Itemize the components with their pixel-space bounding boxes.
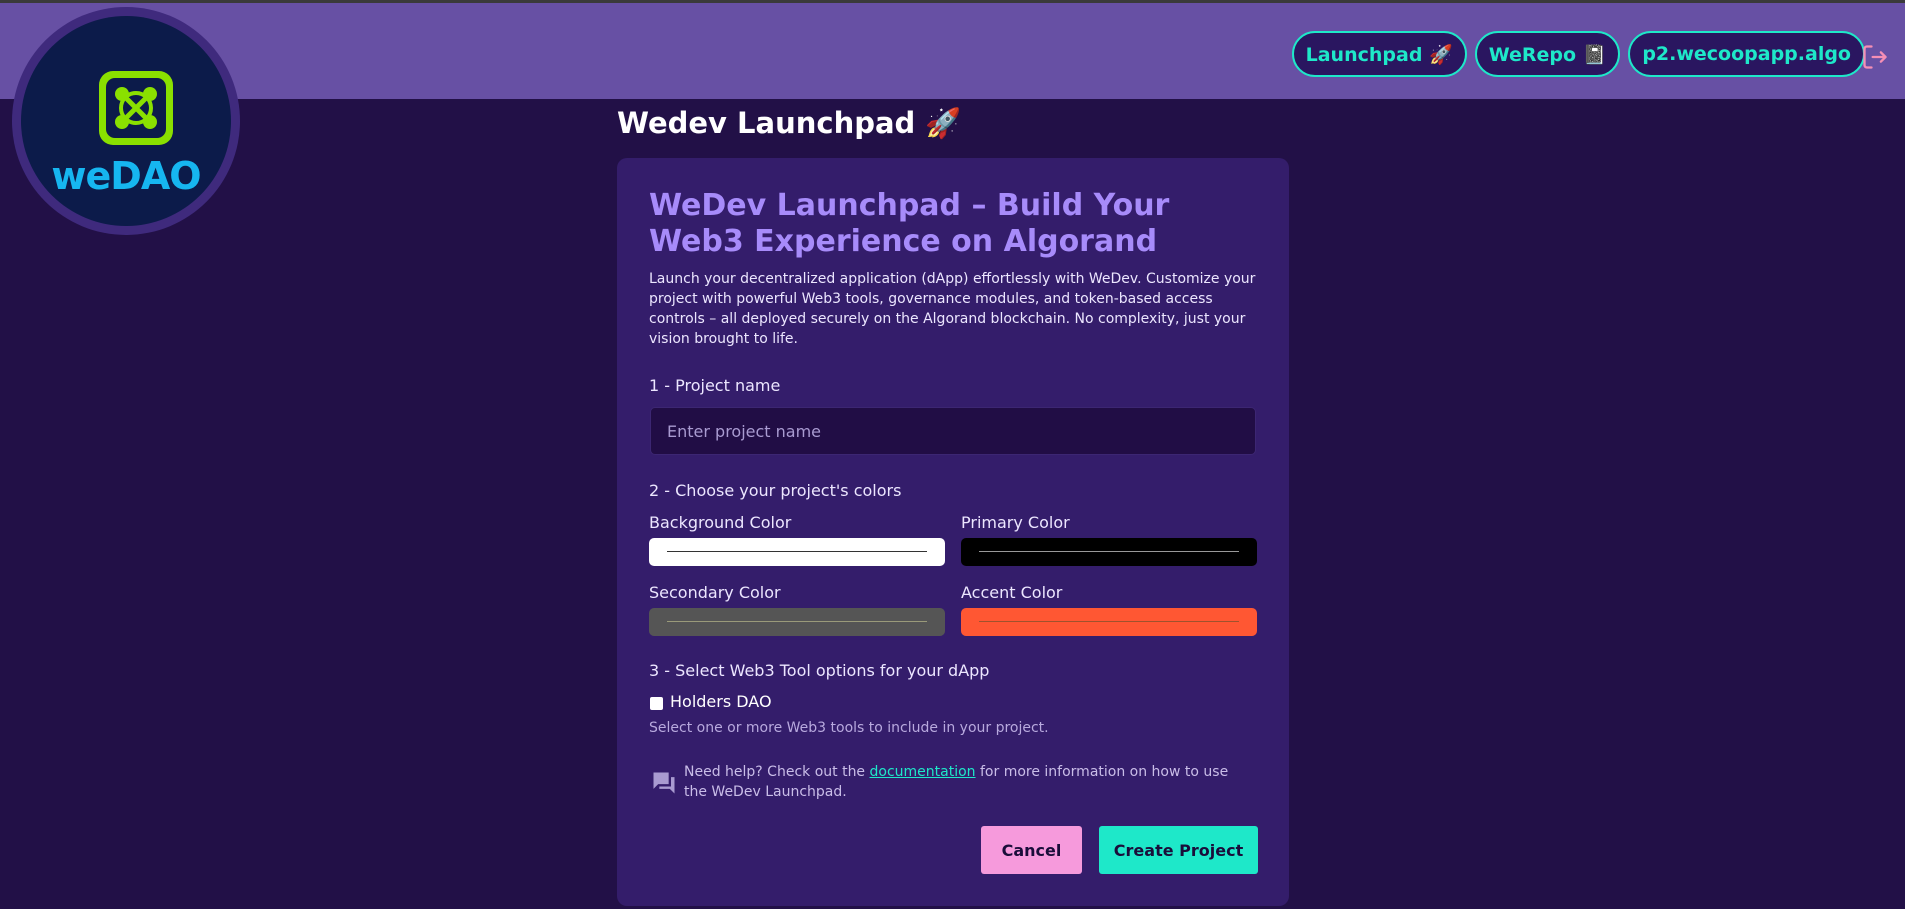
account-address-button[interactable]: p2.wecoopapp.algo [1628, 31, 1865, 77]
web3-tools-hint: Select one or more Web3 tools to include… [649, 720, 1049, 736]
help-text: Need help? Check out the documentation f… [684, 762, 1244, 802]
accent-color-label: Accent Color [961, 583, 1063, 602]
colors-section-label: 2 - Choose your project's colors [649, 481, 902, 500]
holders-dao-checkbox[interactable] [650, 697, 663, 710]
wedao-logo[interactable]: weDAO [12, 7, 240, 235]
project-name-label: 1 - Project name [649, 376, 781, 395]
logout-icon[interactable] [1861, 43, 1889, 71]
background-color-picker[interactable] [649, 538, 945, 566]
card-description: Launch your decentralized application (d… [649, 271, 1256, 347]
holders-dao-label[interactable]: Holders DAO [670, 692, 772, 711]
page-title: Wedev Launchpad 🚀 [617, 106, 962, 140]
create-project-button[interactable]: Create Project [1099, 826, 1258, 874]
secondary-color-label: Secondary Color [649, 583, 781, 602]
chat-help-icon [653, 772, 675, 794]
secondary-color-picker[interactable] [649, 608, 945, 636]
help-text-prefix: Need help? Check out the [684, 764, 870, 780]
web3-tools-label: 3 - Select Web3 Tool options for your dA… [649, 661, 990, 680]
header-bar: Launchpad 🚀 WeRepo 📓 p2.wecoopapp.algo [0, 3, 1905, 99]
background-color-label: Background Color [649, 513, 792, 532]
launchpad-form-card: WeDev Launchpad – Build Your Web3 Experi… [617, 158, 1289, 906]
nav-werepo-button[interactable]: WeRepo 📓 [1474, 31, 1621, 77]
top-nav: Launchpad 🚀 WeRepo 📓 p2.wecoopapp.algo [1291, 31, 1865, 77]
wedao-logo-icon [99, 71, 173, 145]
card-title: WeDev Launchpad – Build Your Web3 Experi… [649, 188, 1170, 259]
project-name-input[interactable] [650, 407, 1256, 455]
accent-color-picker[interactable] [961, 608, 1257, 636]
nav-launchpad-button[interactable]: Launchpad 🚀 [1291, 31, 1467, 77]
documentation-link[interactable]: documentation [870, 764, 976, 780]
primary-color-label: Primary Color [961, 513, 1070, 532]
logo-text: weDAO [51, 154, 201, 198]
primary-color-picker[interactable] [961, 538, 1257, 566]
cancel-button[interactable]: Cancel [981, 826, 1082, 874]
